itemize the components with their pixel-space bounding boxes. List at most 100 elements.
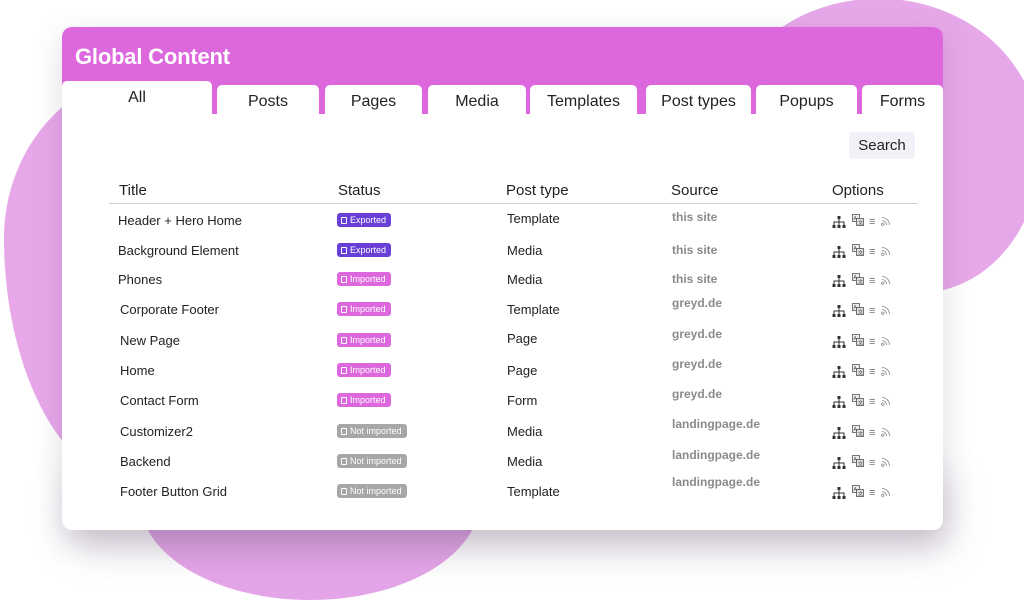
row-post-type: Template — [507, 302, 560, 317]
sitemap-icon[interactable] — [832, 366, 846, 378]
row-source: greyd.de — [672, 387, 723, 401]
search-button[interactable]: Search — [849, 132, 915, 159]
sitemap-icon[interactable] — [832, 487, 846, 499]
row-post-type: Media — [507, 424, 543, 439]
row-source: this site — [672, 272, 718, 286]
document-icon — [341, 276, 347, 283]
column-header-title[interactable]: Title — [119, 182, 147, 199]
list-icon[interactable]: ≡ — [869, 246, 878, 258]
tab-label: Pages — [350, 93, 397, 110]
page-title: Global Content — [75, 44, 230, 69]
tab-forms[interactable]: Forms — [862, 85, 943, 115]
row-post-type: Template — [507, 211, 560, 226]
row-title[interactable]: Background Element — [118, 243, 239, 258]
column-header-status[interactable]: Status — [338, 182, 381, 199]
status-label: Imported — [350, 304, 386, 314]
document-icon — [341, 397, 347, 404]
translate-icon[interactable]: A文 — [852, 364, 864, 376]
rss-icon[interactable] — [881, 396, 891, 406]
list-icon[interactable]: ≡ — [869, 366, 878, 378]
row-title[interactable]: Header + Hero Home — [118, 213, 242, 228]
list-icon[interactable]: ≡ — [869, 216, 878, 228]
translate-icon[interactable]: A文 — [852, 485, 864, 497]
rss-icon[interactable] — [881, 275, 891, 285]
status-badge: Imported — [337, 393, 391, 407]
row-options: A 文 ≡ — [832, 364, 902, 380]
tab-post-types[interactable]: Post types — [646, 85, 751, 115]
rss-icon[interactable] — [881, 487, 891, 497]
tab-label: Post types — [661, 93, 736, 110]
translate-icon[interactable]: A文 — [852, 334, 864, 346]
document-icon — [341, 367, 347, 374]
row-title[interactable]: New Page — [120, 333, 180, 348]
list-icon[interactable]: ≡ — [869, 487, 878, 499]
row-title[interactable]: Home — [120, 363, 155, 378]
rss-icon[interactable] — [881, 366, 891, 376]
rss-icon[interactable] — [881, 305, 891, 315]
column-header-options[interactable]: Options — [832, 182, 884, 199]
document-icon — [341, 247, 347, 254]
sitemap-icon[interactable] — [832, 336, 846, 348]
row-options: A 文 ≡ — [832, 425, 902, 441]
status-label: Imported — [350, 274, 386, 284]
row-options: A 文 ≡ — [832, 394, 902, 410]
status-badge: Not imported — [337, 454, 407, 468]
row-post-type: Page — [507, 363, 538, 378]
status-badge: Imported — [337, 333, 391, 347]
list-icon[interactable]: ≡ — [869, 427, 878, 439]
translate-icon[interactable]: A文 — [852, 273, 864, 285]
document-icon — [341, 306, 347, 313]
tab-label: Posts — [247, 93, 288, 110]
svg-text:文: 文 — [858, 220, 863, 227]
status-badge: Imported — [337, 302, 391, 316]
row-source: this site — [672, 210, 718, 224]
tab-all[interactable]: All — [62, 81, 212, 115]
tab-popups[interactable]: Popups — [756, 85, 857, 115]
list-icon[interactable]: ≡ — [869, 305, 878, 317]
row-title[interactable]: Corporate Footer — [120, 302, 219, 317]
tab-posts[interactable]: Posts — [217, 85, 319, 115]
list-icon[interactable]: ≡ — [869, 336, 878, 348]
row-title[interactable]: Backend — [120, 454, 171, 469]
translate-icon[interactable]: A文 — [852, 214, 864, 226]
row-title[interactable]: Phones — [118, 272, 162, 287]
row-title[interactable]: Contact Form — [120, 393, 199, 408]
status-badge: Exported — [337, 243, 392, 257]
svg-text:文: 文 — [858, 340, 863, 347]
row-post-type: Media — [507, 243, 543, 258]
sitemap-icon[interactable] — [832, 275, 846, 287]
row-title[interactable]: Customizer2 — [120, 424, 193, 439]
tab-templates[interactable]: Templates — [530, 85, 637, 115]
translate-icon[interactable]: A文 — [852, 425, 864, 437]
sitemap-icon[interactable] — [832, 396, 846, 408]
row-options: A 文 ≡ — [832, 485, 902, 501]
svg-text:文: 文 — [858, 250, 863, 257]
rss-icon[interactable] — [881, 336, 891, 346]
rss-icon[interactable] — [881, 457, 891, 467]
row-source: greyd.de — [672, 357, 723, 371]
list-icon[interactable]: ≡ — [869, 457, 878, 469]
status-label: Exported — [350, 245, 387, 255]
translate-icon[interactable]: A文 — [852, 394, 864, 406]
rss-icon[interactable] — [881, 427, 891, 437]
sitemap-icon[interactable] — [832, 457, 846, 469]
tab-pages[interactable]: Pages — [325, 85, 422, 115]
rss-icon[interactable] — [881, 216, 891, 226]
column-header-source[interactable]: Source — [671, 182, 719, 199]
rss-icon[interactable] — [881, 246, 891, 256]
column-header-post-type[interactable]: Post type — [506, 182, 569, 199]
list-icon[interactable]: ≡ — [869, 396, 878, 408]
translate-icon[interactable]: A文 — [852, 244, 864, 256]
sitemap-icon[interactable] — [832, 427, 846, 439]
row-source: greyd.de — [672, 327, 723, 341]
row-title[interactable]: Footer Button Grid — [120, 484, 227, 499]
global-content-window: Global Content All Posts Pages Media Tem… — [62, 27, 943, 530]
translate-icon[interactable]: A文 — [852, 455, 864, 467]
sitemap-icon[interactable] — [832, 216, 846, 228]
sitemap-icon[interactable] — [832, 246, 846, 258]
translate-icon[interactable]: A文 — [852, 303, 864, 315]
list-icon[interactable]: ≡ — [869, 275, 878, 287]
document-icon — [341, 428, 347, 435]
sitemap-icon[interactable] — [832, 305, 846, 317]
tab-media[interactable]: Media — [428, 85, 526, 115]
